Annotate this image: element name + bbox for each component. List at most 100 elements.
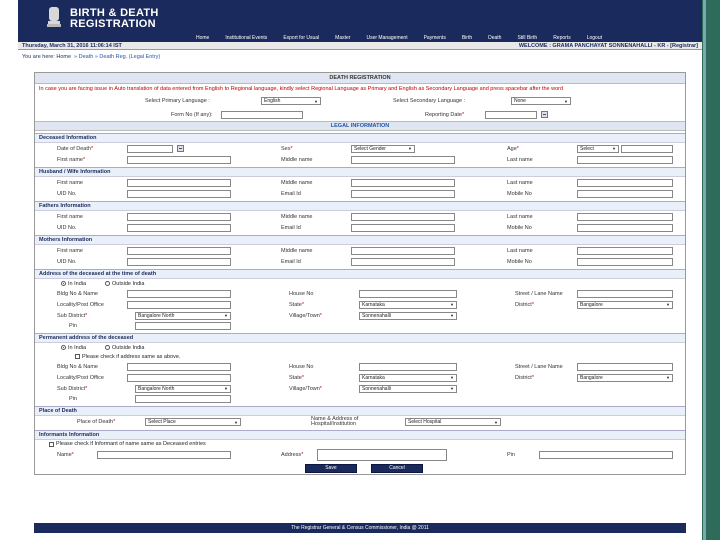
chevron-down-icon: ▼ xyxy=(408,146,412,151)
cancel-button[interactable]: Cancel xyxy=(371,463,423,473)
husband-middle-name-input[interactable] xyxy=(351,178,455,187)
husband-uid-input[interactable] xyxy=(127,189,231,198)
age-unit-select[interactable]: Select ▼ xyxy=(577,144,619,153)
father-mobile-input[interactable] xyxy=(577,223,673,232)
sex-select[interactable]: Select Gender ▼ xyxy=(351,144,415,153)
deceased-last-name-input[interactable] xyxy=(577,155,673,164)
perm-bldg-input[interactable] xyxy=(127,362,231,371)
death-bldg-input[interactable] xyxy=(127,289,231,298)
form-no-input[interactable] xyxy=(221,110,303,119)
menu-export[interactable]: Export for Usual xyxy=(275,35,327,41)
father-email-input[interactable] xyxy=(351,223,455,232)
perm-state-select[interactable]: Karnataka ▼ xyxy=(359,373,457,382)
hospital-select[interactable]: Select Hospital ▼ xyxy=(405,418,501,426)
checkbox-icon[interactable] xyxy=(75,354,80,359)
outside-india-radio-group[interactable]: Outside India xyxy=(105,281,144,287)
breadcrumb-home[interactable]: You are here: Home xyxy=(22,54,71,60)
menu-institutional-events[interactable]: Institutional Events xyxy=(217,35,275,41)
radio-unchecked-icon[interactable] xyxy=(105,345,110,350)
father-last-name-input[interactable] xyxy=(577,212,673,221)
husband-first-name-input[interactable] xyxy=(127,178,231,187)
breadcrumb: You are here: Home » Death » Death Reg. … xyxy=(18,50,702,64)
menu-payments[interactable]: Payments xyxy=(416,35,454,41)
father-middle-name-input[interactable] xyxy=(351,212,455,221)
perm-in-india-radio-group[interactable]: In India xyxy=(61,345,86,351)
same-address-check-group[interactable]: Please check if address same as above. xyxy=(75,354,180,360)
chevron-down-icon: ▼ xyxy=(612,146,616,151)
perm-village-select[interactable]: Sonnenahalli ▼ xyxy=(359,384,457,393)
informant-same-check-group[interactable]: Please check if Informant of name same a… xyxy=(49,441,206,447)
mother-email-input[interactable] xyxy=(351,257,455,266)
perm-street-input[interactable] xyxy=(577,362,673,371)
mother-last-name-input[interactable] xyxy=(577,246,673,255)
husband-last-name-input[interactable] xyxy=(577,178,673,187)
age-unit-value: Select xyxy=(580,145,594,152)
father-first-name-input[interactable] xyxy=(127,212,231,221)
save-button[interactable]: Save xyxy=(305,463,357,473)
menu-still-birth[interactable]: Still Birth xyxy=(509,35,545,41)
death-district-select[interactable]: Bangalore ▼ xyxy=(577,300,673,309)
chevron-down-icon: ▼ xyxy=(564,98,568,104)
mother-uid-label: UID No. xyxy=(57,258,77,265)
menu-birth[interactable]: Birth xyxy=(454,35,480,41)
radio-checked-icon[interactable] xyxy=(61,345,66,350)
death-pin-input[interactable] xyxy=(135,322,231,330)
menu-home[interactable]: Home xyxy=(188,35,217,41)
perm-pin-input[interactable] xyxy=(135,395,231,403)
perm-in-india-label: In India xyxy=(68,344,87,351)
mother-uid-input[interactable] xyxy=(127,257,231,266)
informant-name-input[interactable] xyxy=(97,451,231,459)
radio-unchecked-icon[interactable] xyxy=(105,281,110,286)
perm-locality-input[interactable] xyxy=(127,373,231,382)
death-street-input[interactable] xyxy=(577,289,673,298)
perm-outside-india-radio-group[interactable]: Outside India xyxy=(105,345,144,351)
perm-outside-india-label: Outside India xyxy=(112,344,145,351)
perm-house-input[interactable] xyxy=(359,362,457,371)
app-window: BIRTH & DEATH REGISTRATION Home Institut… xyxy=(18,0,702,540)
in-india-radio-group[interactable]: In India xyxy=(61,281,86,287)
secondary-language-select[interactable]: None ▼ xyxy=(511,97,571,105)
place-of-death-select[interactable]: Select Place ▼ xyxy=(145,418,241,426)
husband-email-input[interactable] xyxy=(351,189,455,198)
menu-death[interactable]: Death xyxy=(480,35,509,41)
primary-language-select[interactable]: English ▼ xyxy=(261,97,321,105)
menu-reports[interactable]: Reports xyxy=(545,35,579,41)
death-village-select[interactable]: Sonnenahalli ▼ xyxy=(359,311,457,320)
menu-logout[interactable]: Logout xyxy=(579,35,610,41)
footer: The Registrar General & Census Commissio… xyxy=(34,523,686,533)
perm-subdistrict-select[interactable]: Bangalore North ▼ xyxy=(135,384,231,393)
husband-mobile-input[interactable] xyxy=(577,189,673,198)
reporting-date-text: Reporting Date xyxy=(425,111,462,118)
age-input[interactable] xyxy=(621,144,673,153)
mother-first-name-input[interactable] xyxy=(127,246,231,255)
death-subdistrict-value: Bangalore North xyxy=(138,312,175,319)
checkbox-icon[interactable] xyxy=(49,441,54,447)
mother-middle-name-input[interactable] xyxy=(351,246,455,255)
locality-label: Locality/Post Office xyxy=(57,301,104,308)
menu-user-management[interactable]: User Management xyxy=(358,35,415,41)
perm-state-label: State * xyxy=(289,374,304,381)
calendar-icon[interactable] xyxy=(541,111,548,118)
calendar-icon[interactable] xyxy=(177,145,184,152)
informant-pin-input[interactable] xyxy=(539,451,673,459)
date-of-death-input[interactable] xyxy=(127,144,173,153)
death-locality-input[interactable] xyxy=(127,300,231,309)
mother-mobile-input[interactable] xyxy=(577,257,673,266)
place-of-death-value: Select Place xyxy=(148,419,176,425)
father-uid-input[interactable] xyxy=(127,223,231,232)
deceased-middle-name-input[interactable] xyxy=(351,155,455,164)
info-bar: Thursday, March 31, 2016 11:06:14 IST WE… xyxy=(18,42,702,50)
informant-address-textarea[interactable] xyxy=(317,449,447,461)
perm-subdistrict-text: Sub District xyxy=(57,385,86,392)
deceased-first-name-input[interactable] xyxy=(127,155,231,164)
death-state-select[interactable]: Karnataka ▼ xyxy=(359,300,457,309)
death-house-input[interactable] xyxy=(359,289,457,298)
death-subdistrict-select[interactable]: Bangalore North ▼ xyxy=(135,311,231,320)
perm-district-select[interactable]: Bangalore ▼ xyxy=(577,373,673,382)
breadcrumb-trail[interactable]: » Death » Death Reg. (Legal Entry) xyxy=(74,54,160,60)
reporting-date-input[interactable] xyxy=(485,110,537,119)
radio-checked-icon[interactable] xyxy=(61,281,66,286)
chevron-down-icon: ▼ xyxy=(666,302,670,307)
menu-master[interactable]: Master xyxy=(327,35,358,41)
sex-text: Sex xyxy=(281,145,291,152)
